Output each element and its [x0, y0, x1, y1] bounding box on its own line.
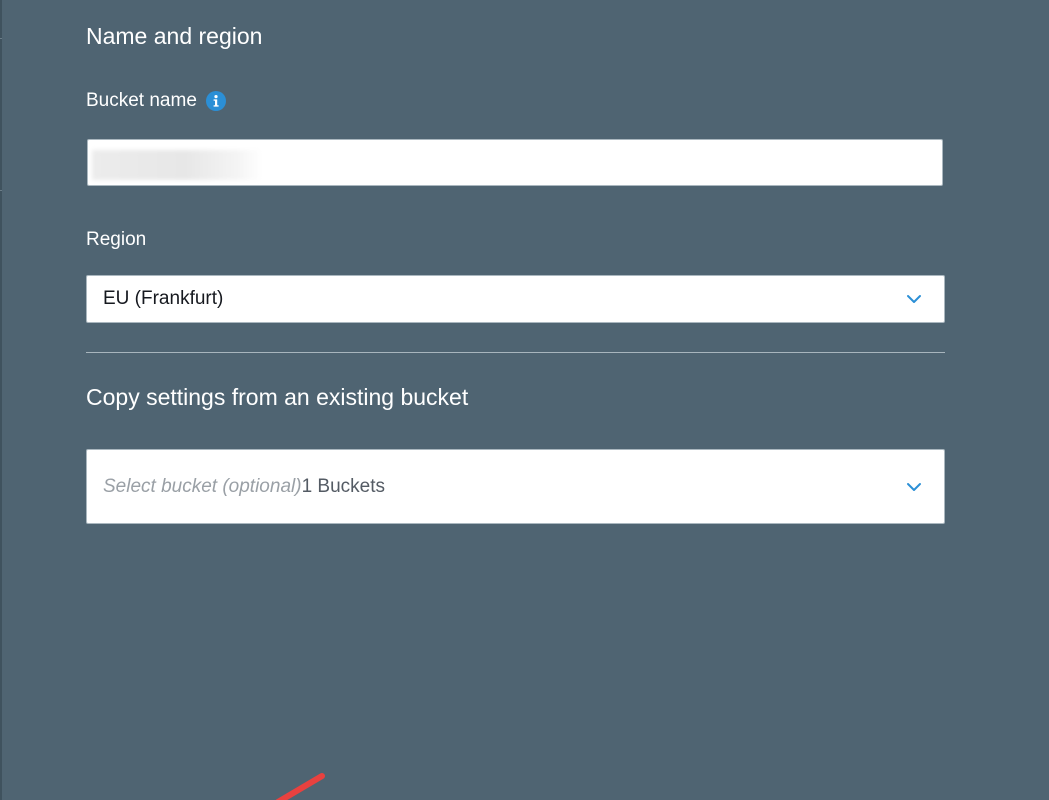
chevron-down-icon — [907, 482, 921, 491]
bucket-name-label: Bucket name — [86, 90, 197, 111]
copy-from-bucket-value: Select bucket (optional)1 Buckets — [103, 476, 906, 498]
section-title: Name and region — [86, 23, 263, 49]
edge-tick — [0, 190, 2, 191]
select-bucket-placeholder: Select bucket (optional) — [103, 475, 302, 497]
edge-tick — [0, 38, 2, 39]
info-icon[interactable] — [205, 91, 226, 111]
redacted-bucket-name — [92, 150, 262, 180]
bucket-name-label-row: Bucket name — [86, 90, 226, 112]
region-select[interactable]: EU (Frankfurt) — [86, 275, 945, 323]
annotation-arrow — [275, 773, 325, 800]
region-selected-value: EU (Frankfurt) — [103, 288, 224, 309]
chevron-down-icon — [907, 295, 921, 303]
divider — [86, 352, 945, 353]
copy-from-bucket-select[interactable]: Select bucket (optional)1 Buckets — [86, 449, 945, 524]
window-left-edge — [0, 0, 2, 800]
bucket-name-field[interactable] — [87, 139, 943, 186]
region-label: Region — [86, 229, 147, 250]
bucket-count: 1 Buckets — [301, 475, 385, 497]
copy-settings-title: Copy settings from an existing bucket — [86, 384, 469, 410]
